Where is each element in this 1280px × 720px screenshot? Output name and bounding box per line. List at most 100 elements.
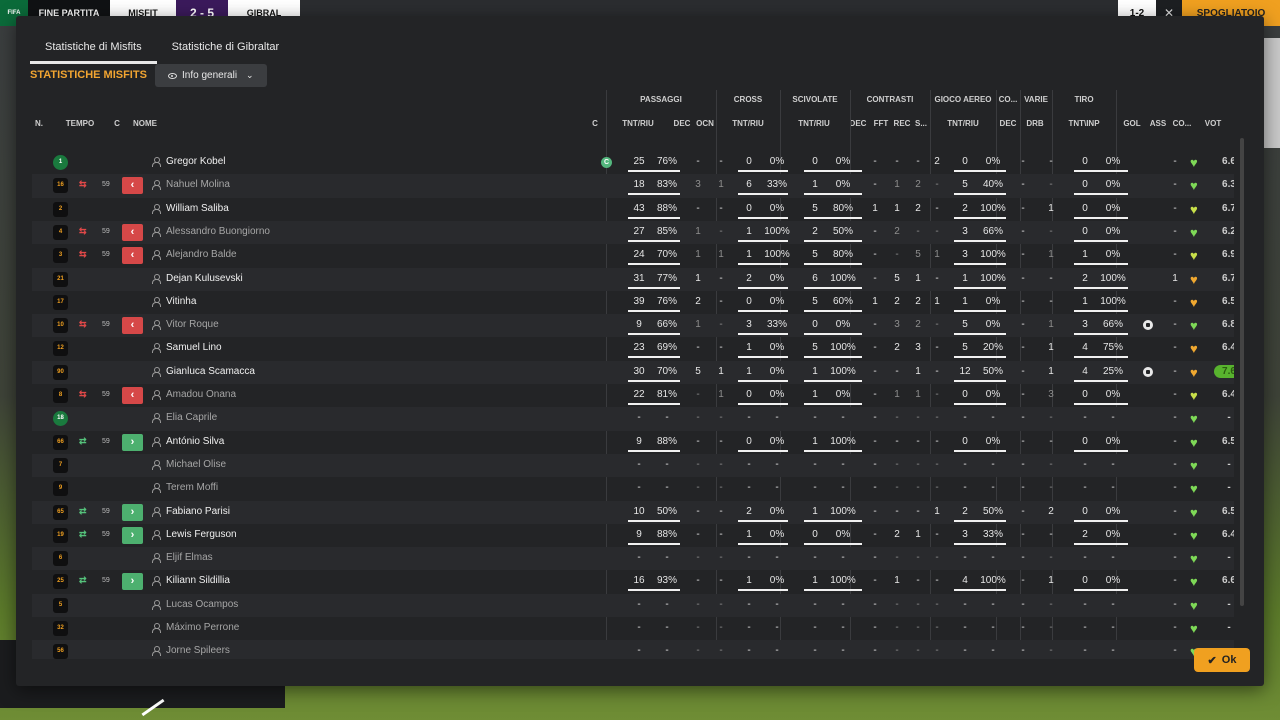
shirt-number-icon: 21 [53,271,68,287]
co-dec: - [1021,458,1025,470]
shots-count: - [1083,482,1087,494]
aerial-percent: - [991,598,995,610]
table-row[interactable]: 17 Vitinha 39 76% 2-0 0% 5 60% 1 2 2 1 1 0% - -1 100% - ♥ 6… [32,291,1234,314]
col-contrasti-s[interactable]: S... [912,119,930,128]
col-rating[interactable]: VOT [1200,119,1226,128]
table-row[interactable]: 6 Eljif Elmas - - - - - - - - - - - - - - - - - - - ♥ - [32,547,1234,571]
sub-out-button[interactable]: ‹ [122,317,143,335]
pass-dec: - [696,552,700,564]
captain-badge-icon: C [601,157,612,168]
sub-out-button[interactable]: ‹ [122,387,143,404]
col-condition[interactable]: CO... [1170,119,1194,128]
col-pass-ocn[interactable]: OCN [694,119,716,128]
aerial-bar [954,333,1006,336]
tab-gibraltar-stats[interactable]: Statistiche di Gibraltar [157,36,295,64]
view-selector-label: Info generali [182,70,238,81]
contrasti-dec: - [873,622,877,633]
table-row[interactable]: 12 Samuel Lino 23 69% - -1 0% 5 100% -2 3-5 20% -1 4 7… [32,337,1234,360]
contrasti-rec: 1 [915,528,921,540]
col-varie-drb[interactable]: DRB [1024,119,1046,128]
co-dec: - [1021,645,1025,657]
col-scivolate-tnt[interactable]: TNT/RIU [790,119,838,128]
dribbles: - [1049,622,1053,633]
aerial-percent: - [991,645,995,657]
co-dec: - [1021,622,1025,633]
table-row[interactable]: 32 Máximo Perrone - - - - - - - - - - - - - - - - - - - ♥ - [32,617,1234,640]
pass-dec: 1 [695,272,701,284]
condition-heart-icon: ♥ [1190,224,1198,240]
table-row[interactable]: 4 ⇆ 59 ‹ Alessandro Buongiorno 27 85% 1-1 100% 2 5… [32,220,1234,245]
tab-misfits-stats[interactable]: Statistiche di Misfits [30,36,157,64]
contrasti-dec: - [873,179,877,191]
sub-out-button[interactable]: ‹ [122,247,143,265]
table-row[interactable]: 8 ⇆ 59 ‹ Amadou Onana 22 81% -1 0 0% 1 0% -1 1-0 0% -3 0… [32,384,1234,407]
assists: - [1173,598,1177,610]
col-number[interactable]: N. [33,119,45,128]
pass-dec: - [696,622,700,633]
aerial-count: - [963,482,967,494]
col-contrasti-dec[interactable]: DEC [848,119,868,128]
tackles-bar [804,519,862,522]
sub-out-button[interactable]: ‹ [122,177,143,195]
shirt-number-icon: 8 [53,388,68,403]
table-row[interactable]: 25 ⇄ 59 › Kiliann Sildillia 16 93% - -1 0% 1 100% -1… [32,570,1234,593]
tackles-percent: - [841,552,845,564]
table-row[interactable]: 10 ⇆ 59 ‹ Vitor Roque 9 66% 1-3 33% 0 0% -3 2-5 0% -1 3… [32,314,1234,338]
contrasti-s: 1 [934,295,940,307]
table-row[interactable]: 19 ⇄ 59 › Lewis Ferguson 9 88% - -1 0% 0 0% -2 1-3 33%… [32,524,1234,547]
pass-dec: - [696,458,700,470]
col-c[interactable]: C [112,119,122,128]
table-row[interactable]: 18 Elia Caprile - - - - - - - - - - - - - - - - - - - ♥ - [32,407,1234,431]
sub-out-button[interactable]: ‹ [122,223,143,241]
table-row[interactable]: 21 Dejan Kulusevski 31 77% 1-2 0% 6 100% -5 1-1 10… [32,267,1234,291]
group-gioco-aereo: GIOCO AEREO [934,95,992,104]
tackles-bar [804,216,862,219]
table-row[interactable]: 9 Terem Moffi - - - - - - - - - - - - - - - - - - - ♥ - [32,477,1234,500]
table-row[interactable]: 1 Gregor Kobel C 25 76% - -0 0% 0 0% - - -2 0 0% - -0 0% -… [32,151,1234,174]
col-gol[interactable]: GOL [1122,119,1142,128]
table-row[interactable]: 5 Lucas Ocampos - - - - - - - - - - - - - - - - - - - ♥ - [32,593,1234,617]
sub-in-button[interactable]: › [122,526,143,544]
col-name[interactable]: NOME [133,119,157,128]
co-dec: - [1021,225,1025,237]
cross-percent: - [775,412,779,424]
col-captain[interactable]: C [590,119,600,128]
col-aereo-tnt[interactable]: TNT/RIU [938,119,988,128]
table-row[interactable]: 3 ⇆ 59 ‹ Alejandro Balde 24 70% 1 1 1 100% 5 80% - -5 1… [32,244,1234,267]
table-row[interactable]: 2 William Saliba 43 88% - -0 0% 5 80% 1 1 2-2 100% -1… [32,198,1234,221]
sub-minute: 59 [102,251,110,259]
tackles-bar [804,309,862,312]
shots-bar [1074,379,1128,382]
table-row[interactable]: 7 Michael Olise - - - - - - - - - - - - - - - - - - - ♥ - [32,453,1234,478]
aerial-bar [954,542,1006,545]
table-row[interactable]: 16 ⇆ 59 ‹ Nahuel Molina 18 83% 3 1 6 33% 1 0% -1 2-5 40… [32,174,1234,198]
table-row[interactable]: 56Jorne Spileers-------------------♥- [32,640,1234,659]
col-tiro-tnt[interactable]: TNT\INP [1058,119,1110,128]
sub-in-arrows-icon: ⇄ [79,528,87,539]
sub-in-button[interactable]: › [122,573,143,591]
col-co-dec[interactable]: DEC [998,119,1018,128]
view-selector-dropdown[interactable]: Info generali ⌄ [155,64,267,87]
table-scrollbar[interactable] [1240,138,1244,606]
sub-in-button[interactable]: › [122,503,143,521]
col-ass[interactable]: ASS [1148,119,1168,128]
col-cross-tnt[interactable]: TNT/RIU [724,119,772,128]
ok-button[interactable]: ✔ Ok [1194,648,1250,672]
group-scivolate: SCIVOLATE [792,95,838,104]
col-contrasti-rec[interactable]: REC [892,119,912,128]
dribbles: 3 [1048,389,1054,400]
sub-in-button[interactable]: › [122,433,143,451]
col-tempo[interactable]: TEMPO [62,119,98,128]
player-rating: 6.5 [1222,435,1234,447]
col-contrasti-fft[interactable]: FFT [871,119,891,128]
col-pass-dec[interactable]: DEC [672,119,692,128]
contrasti-dec: - [873,156,877,167]
col-pass-tnt[interactable]: TNT/RIU [612,119,664,128]
pass-dec: - [696,435,700,447]
pass-dec: 1 [695,319,701,331]
table-row[interactable]: 66 ⇄ 59 › António Silva 9 88% - -0 0% 1 100% - - - -0 0%… [32,431,1234,454]
table-row[interactable]: 90 Gianluca Scamacca 30 70% 5 1 1 0% 1 100% - -1-12… [32,360,1234,384]
shirt-number-icon: 9 [53,481,68,497]
player-name: Dejan Kulusevski [166,272,243,284]
table-row[interactable]: 65 ⇄ 59 › Fabiano Parisi 10 50% - -2 0% 1 100% - - -1 2… [32,500,1234,524]
